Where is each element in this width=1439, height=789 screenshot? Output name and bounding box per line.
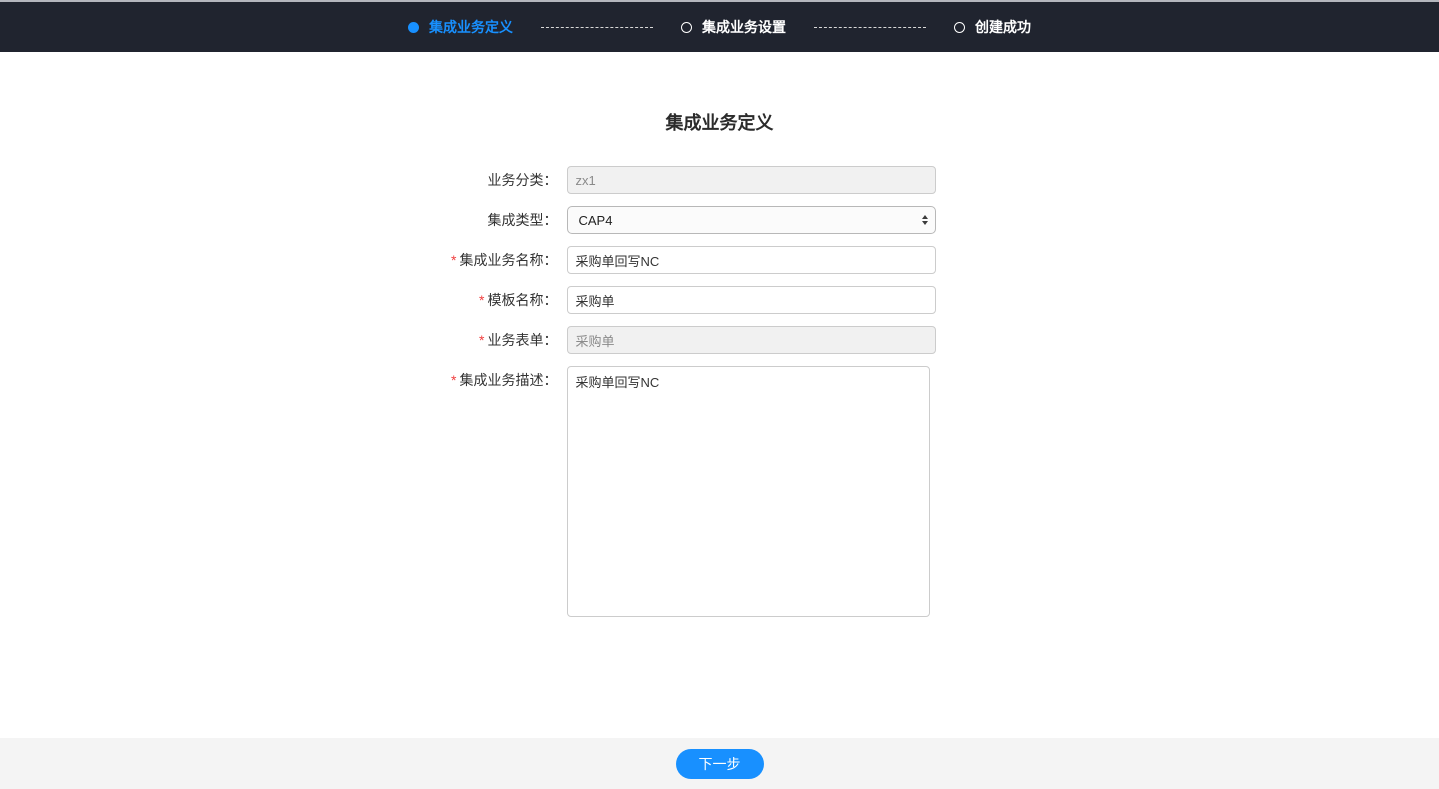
wizard-steps-bar: 集成业务定义 集成业务设置 创建成功 [0, 2, 1439, 52]
field-label-integration-name: *集成业务名称： [427, 246, 567, 274]
required-asterisk: * [479, 332, 484, 348]
field-label-template-name: *模板名称： [427, 286, 567, 314]
field-label-text: 集成业务描述： [460, 372, 558, 388]
footer-action-bar: 下一步 [0, 738, 1439, 789]
step-label: 集成业务定义 [429, 17, 513, 37]
integration-description-textarea[interactable]: 采购单回写NC [567, 366, 930, 617]
form-row-integration-name: *集成业务名称： [427, 246, 945, 274]
form-row-business-form: *业务表单： [427, 326, 945, 354]
step-active-dot-icon [408, 22, 419, 33]
step-integration-settings: 集成业务设置 [681, 17, 786, 37]
field-label-integration-description: *集成业务描述： [427, 366, 567, 394]
required-asterisk: * [451, 252, 456, 268]
step-creation-success: 创建成功 [954, 17, 1031, 37]
form-row-business-category: 业务分类： [427, 166, 945, 194]
step-connector-dashes [814, 27, 926, 28]
field-label-integration-type: 集成类型： [427, 206, 567, 234]
step-hollow-circle-icon [954, 22, 965, 33]
integration-type-select-wrap: CAP4 [567, 206, 936, 234]
template-name-input[interactable] [567, 286, 936, 314]
field-label-business-form: *业务表单： [427, 326, 567, 354]
next-step-button[interactable]: 下一步 [676, 749, 764, 779]
integration-form: 业务分类： 集成类型： CAP4 *集成业务名称： *模板名称： [427, 166, 945, 617]
main-content: 集成业务定义 业务分类： 集成类型： CAP4 *集成业务名称： *模板名 [0, 52, 1439, 617]
business-form-input [567, 326, 936, 354]
step-connector-dashes [541, 27, 653, 28]
form-row-integration-type: 集成类型： CAP4 [427, 206, 945, 234]
required-asterisk: * [451, 372, 456, 388]
step-integration-definition: 集成业务定义 [408, 17, 513, 37]
page-title: 集成业务定义 [0, 113, 1439, 134]
integration-type-select[interactable]: CAP4 [567, 206, 936, 234]
field-label-text: 集成业务名称： [460, 252, 558, 268]
step-label: 创建成功 [975, 17, 1031, 37]
field-label-business-category: 业务分类： [427, 166, 567, 194]
field-label-text: 集成类型： [488, 212, 558, 228]
field-label-text: 模板名称： [488, 292, 558, 308]
field-label-text: 业务分类： [488, 172, 558, 188]
business-category-input [567, 166, 936, 194]
field-label-text: 业务表单： [488, 332, 558, 348]
step-hollow-circle-icon [681, 22, 692, 33]
step-label: 集成业务设置 [702, 17, 786, 37]
required-asterisk: * [479, 292, 484, 308]
form-row-integration-description: *集成业务描述： 采购单回写NC [427, 366, 945, 617]
integration-name-input[interactable] [567, 246, 936, 274]
form-row-template-name: *模板名称： [427, 286, 945, 314]
